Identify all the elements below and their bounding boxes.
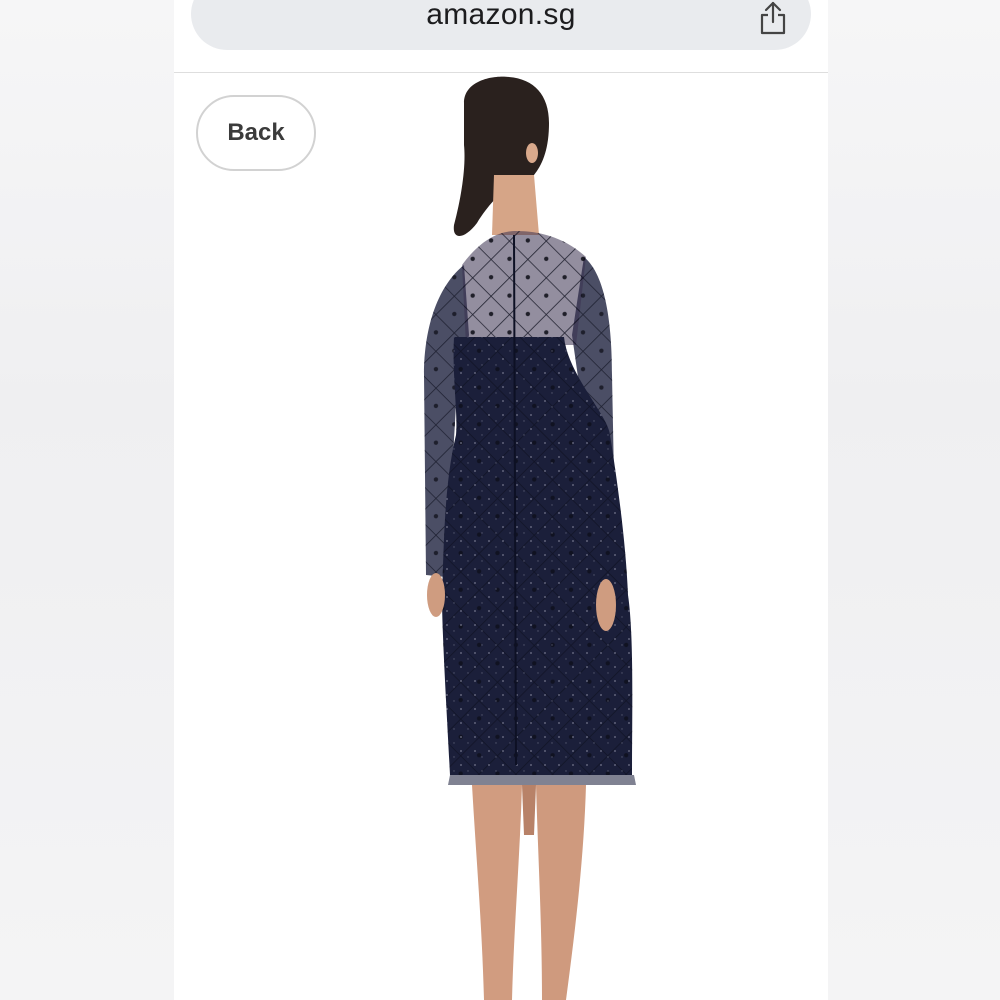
phone-screen: amazon.sg Back xyxy=(174,0,828,1000)
product-photo[interactable] xyxy=(344,75,664,1000)
back-button[interactable]: Back xyxy=(196,95,316,171)
url-text[interactable]: amazon.sg xyxy=(191,0,811,32)
left-leg xyxy=(472,785,522,1000)
left-background xyxy=(0,0,174,1000)
address-bar-divider xyxy=(174,72,828,73)
neck xyxy=(492,175,539,235)
address-bar[interactable]: amazon.sg xyxy=(191,0,811,50)
right-background xyxy=(828,0,1000,1000)
right-leg xyxy=(536,785,586,1000)
share-icon[interactable] xyxy=(757,0,789,36)
